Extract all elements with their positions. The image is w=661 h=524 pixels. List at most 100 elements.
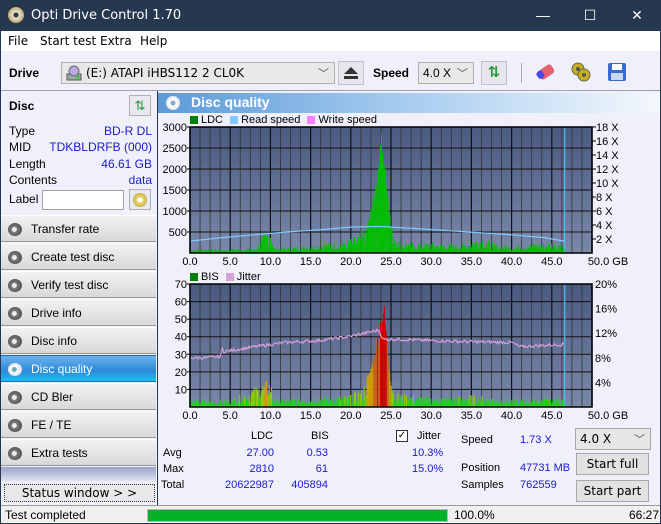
nav-drive-info[interactable]: Drive info — [1, 299, 156, 326]
bis-bar — [355, 399, 357, 407]
label-input[interactable] — [42, 190, 124, 210]
ldc-bar — [266, 235, 268, 253]
ldc-bar — [359, 238, 361, 253]
ldc-bar — [358, 234, 360, 253]
bis-bar — [446, 397, 448, 407]
disc-contents-row: Contents data — [9, 173, 152, 189]
bis-bar — [247, 400, 249, 407]
refresh-button[interactable]: ⇅ — [481, 61, 507, 85]
ldc-bar — [468, 245, 470, 253]
start-full-button[interactable]: Start full — [576, 453, 649, 475]
nav-create-test-disc[interactable]: Create test disc — [1, 243, 156, 270]
ldc-bar — [474, 242, 476, 253]
jitter-checkbox[interactable]: ✓ — [396, 430, 408, 442]
drive-select[interactable]: (E:) ATAPI iHBS112 2 CL0K ﹀ — [61, 62, 335, 84]
nav-verify-test-disc[interactable]: Verify test disc — [1, 271, 156, 298]
ldc-bar — [380, 145, 382, 253]
ldc-bar — [379, 154, 381, 253]
bis-bar — [458, 396, 460, 407]
bis-max: 61 — [315, 463, 328, 475]
chevron-down-icon: ﹀ — [457, 68, 468, 80]
nav-fe-te[interactable]: FE / TE — [1, 411, 156, 438]
ldc-bar — [317, 245, 319, 253]
bis-bar — [257, 389, 259, 407]
ldc-bar — [350, 239, 352, 253]
menu-extra[interactable]: Extra — [100, 34, 132, 48]
save-button[interactable] — [604, 61, 630, 85]
disc-mid-row: MID TDKBLDRFB (000) — [9, 140, 152, 156]
menu-file[interactable]: File — [8, 34, 28, 48]
menu-start-test[interactable]: Start test — [40, 34, 96, 48]
bis-bar — [531, 401, 533, 407]
ldc-bar — [394, 243, 396, 253]
bis-bar — [468, 395, 470, 407]
bis-bar — [282, 400, 284, 407]
disc-icon — [8, 279, 22, 292]
bis-bar — [556, 398, 558, 407]
bis-bar — [275, 399, 277, 407]
bis-chart: 0.0 5.0 10.0 15.0 20.0 25.0 30.0 35.0 40.0 45.0 50… — [175, 280, 628, 422]
bis-bar — [543, 400, 545, 407]
x-tick-label: 20.0 — [340, 410, 361, 422]
bis-bar — [514, 399, 516, 407]
bis-bar — [397, 393, 399, 407]
ldc-bar — [482, 241, 484, 253]
chevron-down-icon: ﹀ — [318, 68, 329, 80]
bis-bar — [238, 401, 240, 407]
ldc-bar — [281, 247, 283, 253]
bis-bar — [201, 400, 203, 407]
bis-bar — [484, 401, 486, 407]
nav-cd-bler[interactable]: CD Bler — [1, 383, 156, 410]
bis-bar — [190, 400, 192, 407]
disc-type-row: Type BD-R DL — [9, 124, 152, 140]
bis-bar — [517, 401, 519, 407]
ldc-bar — [492, 242, 494, 253]
menu-help[interactable]: Help — [140, 34, 167, 48]
bis-bar — [245, 399, 247, 407]
ldc-bar — [355, 241, 357, 253]
label-disc-button[interactable] — [129, 189, 151, 210]
nav-disc-info[interactable]: Disc info — [1, 327, 156, 354]
bis-bar — [406, 395, 408, 407]
bis-bar — [291, 399, 293, 407]
bis-bar — [436, 399, 438, 407]
nav-disc-quality[interactable]: Disc quality — [1, 355, 156, 382]
ldc-bar — [440, 245, 442, 253]
ldc-bar — [371, 209, 373, 253]
maximize-button[interactable]: ☐ — [567, 0, 613, 31]
ldc-bar — [529, 244, 531, 253]
bis-bar — [463, 401, 465, 407]
nav-extra-tests[interactable]: Extra tests — [1, 439, 156, 466]
contents-value: data — [128, 173, 152, 187]
minimize-button[interactable]: — — [520, 0, 566, 31]
bis-bar — [353, 396, 355, 407]
bis-bar — [242, 400, 244, 407]
refresh-icon: ⇅ — [487, 64, 501, 81]
disc-icon — [8, 363, 22, 376]
ldc-bar — [471, 244, 473, 253]
bis-bar — [435, 397, 437, 407]
y-tick-label: 20 — [175, 367, 187, 379]
ldc-bar — [295, 247, 297, 253]
ldc-bar — [472, 243, 474, 253]
nav-transfer-rate[interactable]: Transfer rate — [1, 215, 156, 242]
bis-bar — [349, 397, 351, 407]
disc-refresh-button[interactable]: ⇅ — [129, 95, 151, 116]
bis-bar — [453, 401, 455, 407]
settings-button[interactable] — [568, 61, 594, 85]
ldc-bar — [496, 244, 498, 253]
bis-bar — [258, 400, 260, 407]
eject-button[interactable] — [338, 61, 364, 85]
bis-bar — [390, 385, 392, 407]
ldc-bar — [265, 235, 267, 253]
y2-tick-label: 18 X — [596, 123, 619, 134]
speed-select[interactable]: 4.0 X ﹀ — [418, 62, 474, 84]
erase-button[interactable] — [532, 61, 558, 85]
test-speed-select[interactable]: 4.0 X ﹀ — [575, 428, 651, 450]
bis-bar — [481, 396, 483, 407]
ldc-bar — [443, 246, 445, 253]
status-window-button[interactable]: Status window > > — [4, 484, 155, 502]
bis-bar — [285, 400, 287, 407]
close-button[interactable]: ✕ — [614, 0, 660, 31]
start-part-button[interactable]: Start part — [576, 480, 649, 502]
